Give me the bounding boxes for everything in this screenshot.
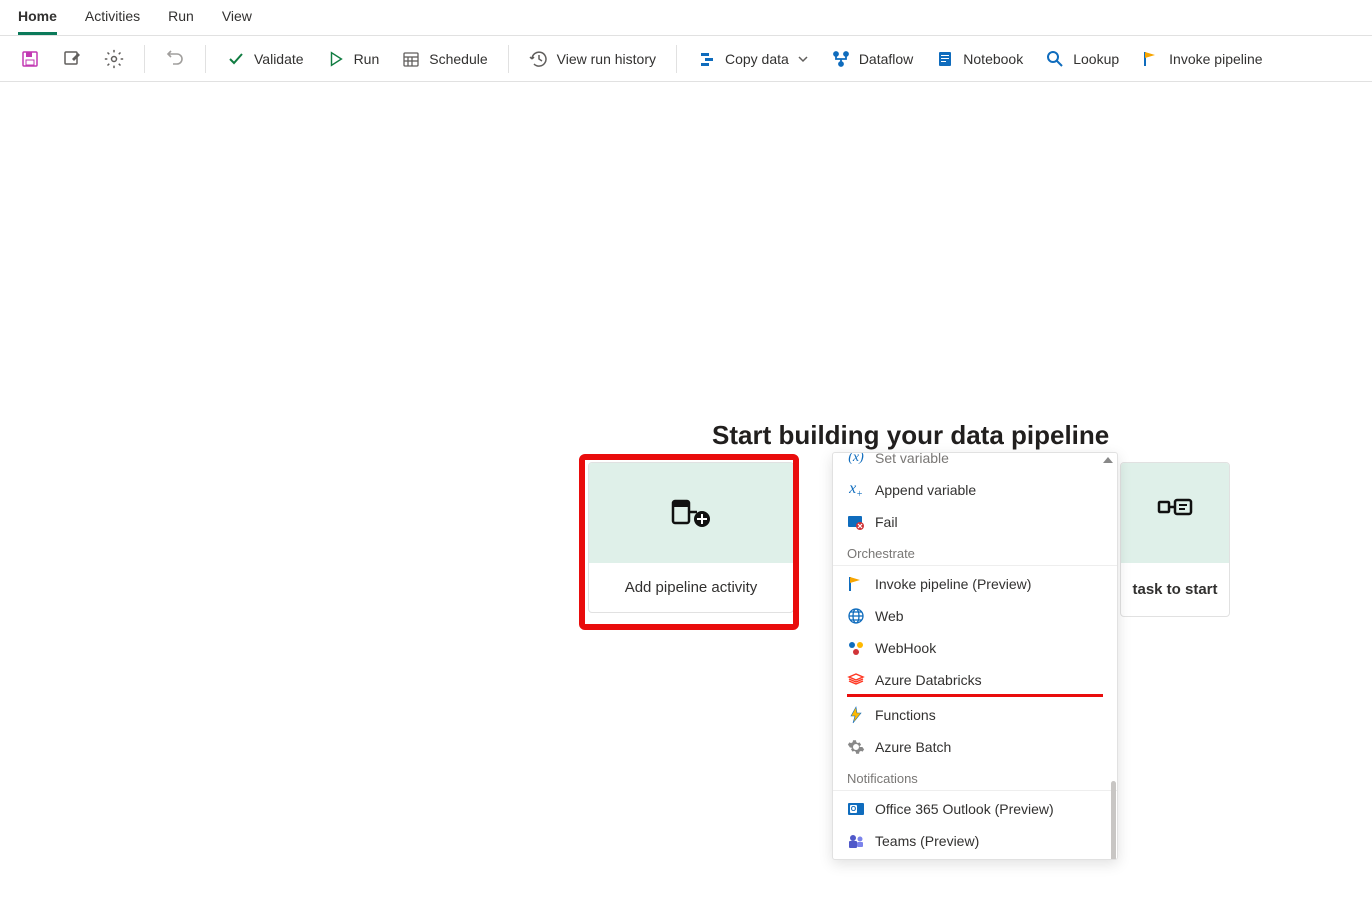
invoke-pipeline-button[interactable]: Invoke pipeline [1133, 45, 1270, 73]
tab-home[interactable]: Home [18, 0, 57, 35]
dataflow-label: Dataflow [859, 51, 913, 67]
run-label: Run [354, 51, 380, 67]
item-label: Azure Batch [875, 739, 951, 755]
lookup-label: Lookup [1073, 51, 1119, 67]
separator [205, 45, 206, 73]
save-as-button[interactable] [54, 45, 90, 73]
lookup-button[interactable]: Lookup [1037, 45, 1127, 73]
annotation-highlight [579, 454, 799, 630]
scrollbar-thumb[interactable] [1111, 781, 1116, 860]
run-button[interactable]: Run [318, 45, 388, 73]
separator [508, 45, 509, 73]
item-label: Fail [875, 514, 898, 530]
check-icon [226, 49, 246, 69]
svg-text:O: O [851, 806, 857, 813]
menu-item-functions[interactable]: Functions [833, 699, 1117, 731]
tab-bar: Home Activities Run View [0, 0, 1372, 36]
menu-item-fail[interactable]: Fail [833, 506, 1117, 538]
item-label: Append variable [875, 482, 976, 498]
menu-item-invoke-pipeline[interactable]: Invoke pipeline (Preview) [833, 568, 1117, 600]
item-label: Invoke pipeline (Preview) [875, 576, 1031, 592]
gear-icon [104, 49, 124, 69]
undo-icon [165, 49, 185, 69]
item-label: Office 365 Outlook (Preview) [875, 801, 1054, 817]
toolbar: Validate Run Schedule View run history C… [0, 36, 1372, 82]
copy-data-icon [697, 49, 717, 69]
scroll-up-arrow[interactable] [1103, 457, 1113, 463]
schedule-label: Schedule [429, 51, 487, 67]
undo-button[interactable] [157, 45, 193, 73]
dropdown-scroll[interactable]: (x) Set variable x+ Append variable Fail… [833, 453, 1117, 859]
functions-icon [847, 706, 865, 724]
copy-data-button[interactable]: Copy data [689, 45, 817, 73]
task-icon [1157, 498, 1193, 528]
item-label: Web [875, 608, 904, 624]
save-icon [20, 49, 40, 69]
notebook-button[interactable]: Notebook [927, 45, 1031, 73]
webhook-icon [847, 639, 865, 657]
pipeline-canvas[interactable]: Start building your data pipeline Add pi… [0, 82, 1372, 891]
outlook-icon: O [847, 800, 865, 818]
menu-item-set-variable[interactable]: (x) Set variable [833, 453, 1117, 474]
annotation-underline [847, 694, 1103, 697]
save-edit-icon [62, 49, 82, 69]
search-icon [1045, 49, 1065, 69]
validate-label: Validate [254, 51, 304, 67]
play-icon [326, 49, 346, 69]
databricks-icon [847, 671, 865, 689]
fail-icon [847, 513, 865, 531]
notebook-label: Notebook [963, 51, 1023, 67]
menu-item-outlook[interactable]: O Office 365 Outlook (Preview) [833, 793, 1117, 825]
history-button[interactable]: View run history [521, 45, 664, 73]
section-notifications: Notifications [833, 763, 1117, 791]
tab-activities[interactable]: Activities [85, 0, 140, 35]
variable-icon: (x) [847, 453, 865, 467]
invoke-label: Invoke pipeline [1169, 51, 1262, 67]
variable-plus-icon: x+ [847, 481, 865, 499]
teams-icon [847, 832, 865, 850]
gear-icon [847, 738, 865, 756]
history-label: View run history [557, 51, 656, 67]
menu-item-azure-batch[interactable]: Azure Batch [833, 731, 1117, 763]
copy-label: Copy data [725, 51, 789, 67]
calendar-icon [401, 49, 421, 69]
history-icon [529, 49, 549, 69]
item-label: Functions [875, 707, 936, 723]
section-orchestrate: Orchestrate [833, 538, 1117, 566]
item-label: Teams (Preview) [875, 833, 979, 849]
separator [676, 45, 677, 73]
dataflow-button[interactable]: Dataflow [823, 45, 921, 73]
start-heading: Start building your data pipeline [712, 420, 1109, 451]
item-label: Azure Databricks [875, 672, 982, 688]
save-button[interactable] [12, 45, 48, 73]
menu-item-azure-databricks[interactable]: Azure Databricks [833, 664, 1117, 696]
settings-button[interactable] [96, 45, 132, 73]
notebook-icon [935, 49, 955, 69]
menu-item-web[interactable]: Web [833, 600, 1117, 632]
tab-view[interactable]: View [222, 0, 252, 35]
menu-item-append-variable[interactable]: x+ Append variable [833, 474, 1117, 506]
separator [144, 45, 145, 73]
validate-button[interactable]: Validate [218, 45, 312, 73]
task-tile-partial[interactable]: task to start [1120, 462, 1230, 617]
menu-item-teams[interactable]: Teams (Preview) [833, 825, 1117, 857]
flag-icon [1141, 49, 1161, 69]
tab-run[interactable]: Run [168, 0, 194, 35]
chevron-down-icon [797, 49, 809, 69]
tile2-label: task to start [1121, 563, 1229, 616]
schedule-button[interactable]: Schedule [393, 45, 495, 73]
flag-icon [847, 575, 865, 593]
tile2-icon-area [1121, 463, 1229, 563]
item-label: Set variable [875, 453, 949, 466]
dataflow-icon [831, 49, 851, 69]
item-label: WebHook [875, 640, 936, 656]
menu-item-webhook[interactable]: WebHook [833, 632, 1117, 664]
activity-dropdown: (x) Set variable x+ Append variable Fail… [832, 452, 1118, 860]
globe-icon [847, 607, 865, 625]
